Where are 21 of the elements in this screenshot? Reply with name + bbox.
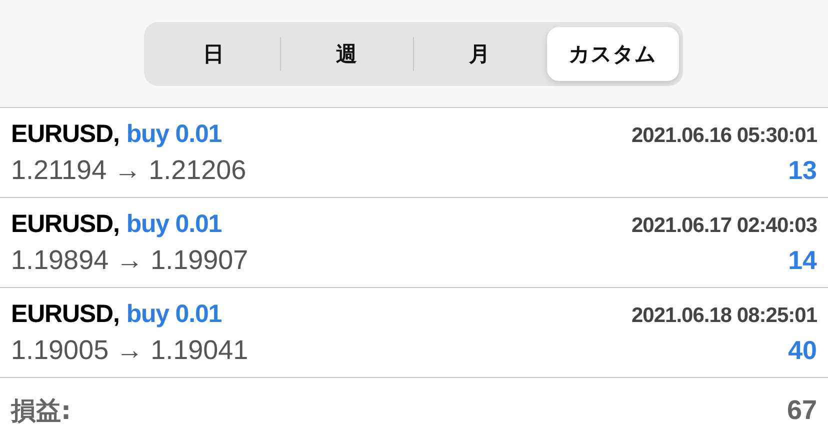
trade-profit: 40: [788, 334, 817, 366]
trade-time: 2021.06.16 05:30:01: [632, 124, 817, 148]
period-tab[interactable]: カスタム: [546, 26, 678, 80]
trade-profit: 14: [788, 244, 817, 276]
period-tab[interactable]: 週: [280, 26, 412, 80]
symbol-label: EURUSD,: [11, 120, 120, 148]
order-label: buy 0.01: [126, 300, 222, 328]
trade-profit: 13: [788, 154, 817, 186]
period-tab[interactable]: 日: [148, 26, 280, 80]
price-range: 1.19894 → 1.19907: [11, 244, 248, 276]
price-range: 1.19005 → 1.19041: [11, 334, 248, 366]
order-label: buy 0.01: [126, 120, 222, 148]
trade-time: 2021.06.17 02:40:03: [632, 214, 817, 238]
profit-label: 損益:: [11, 395, 71, 427]
price-range: 1.21194 → 1.21206: [11, 154, 246, 186]
symbol-label: EURUSD,: [11, 300, 120, 328]
period-tab[interactable]: 月: [414, 26, 546, 80]
profit-total: 67: [786, 395, 817, 426]
trade-time: 2021.06.18 08:25:01: [632, 304, 817, 328]
order-label: buy 0.01: [126, 210, 222, 238]
symbol-label: EURUSD,: [11, 210, 120, 238]
